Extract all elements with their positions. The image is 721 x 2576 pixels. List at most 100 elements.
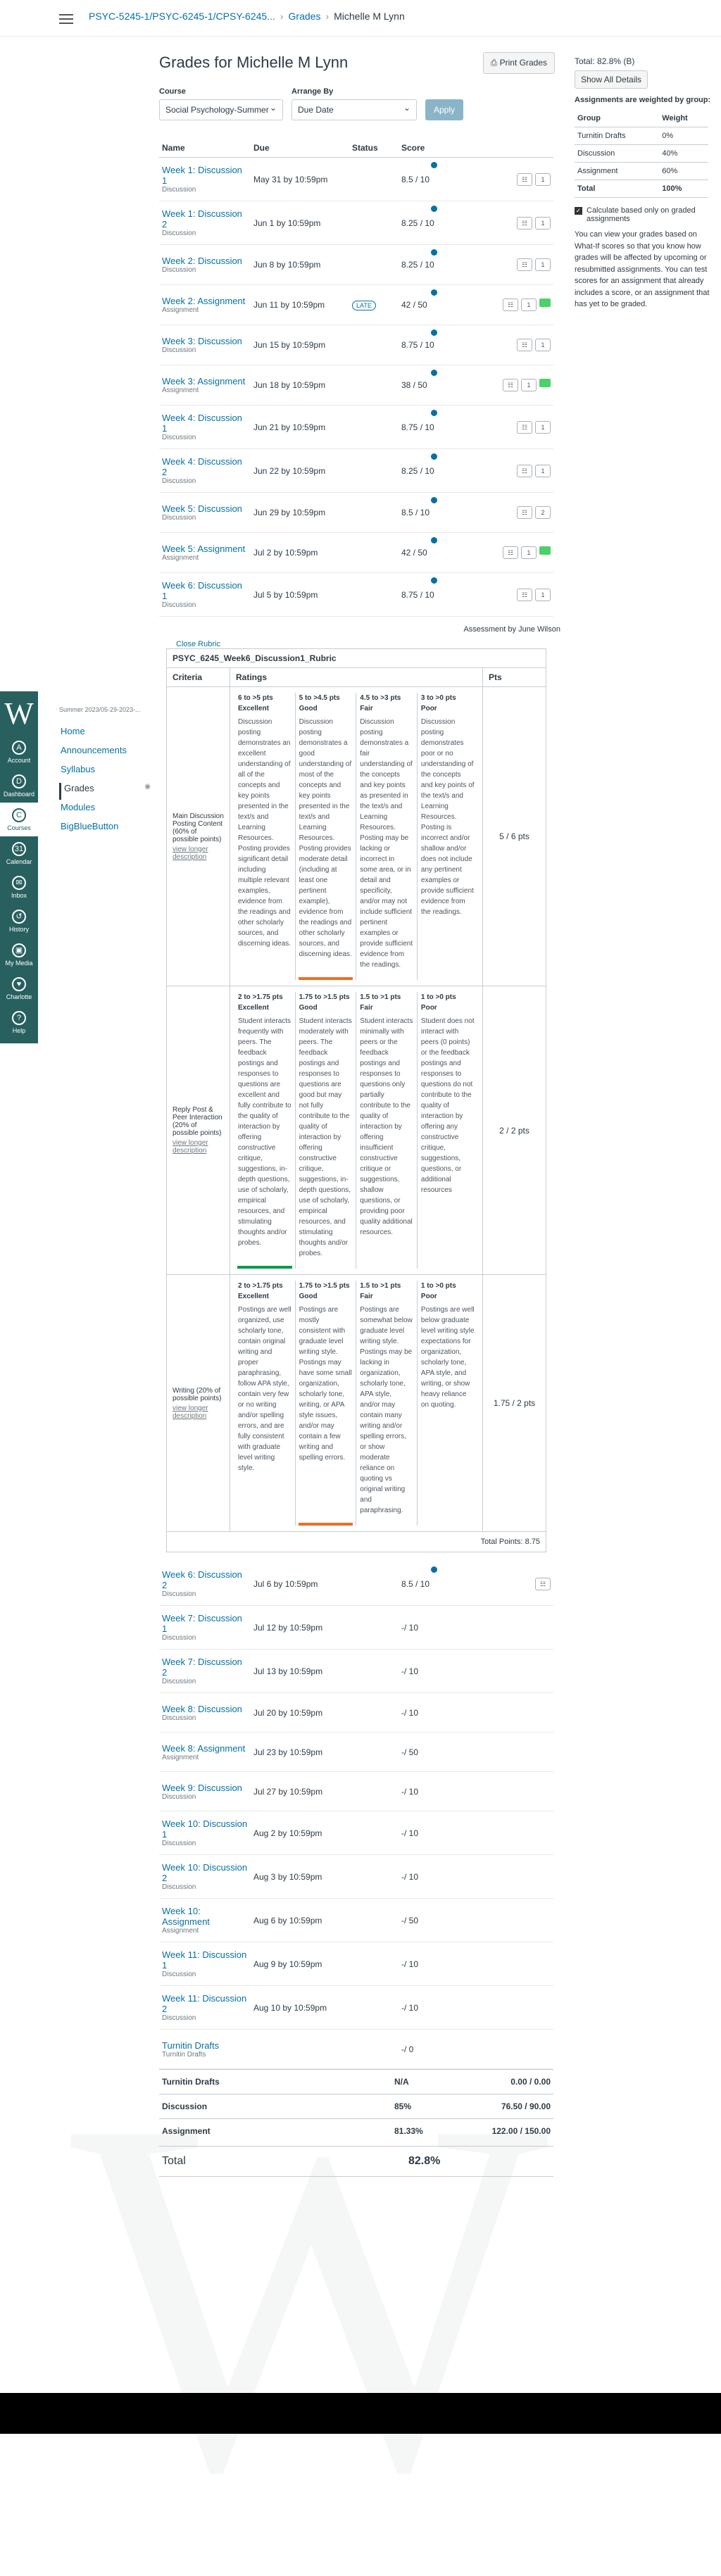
assignment-link[interactable]: Turnitin Drafts xyxy=(162,2040,248,2051)
score-cell[interactable]: 8.5 / 10 xyxy=(399,1562,462,1606)
calculate-graded-checkbox[interactable]: ✓ Calculate based only on graded assignme… xyxy=(575,206,715,223)
assignment-link[interactable]: Week 10: Discussion 1 xyxy=(162,1818,248,1840)
score-cell[interactable]: -/ 50 xyxy=(399,1732,462,1772)
score-cell[interactable]: 8.75 / 10 xyxy=(399,572,462,617)
course-nav-grades[interactable]: Grades ◉ xyxy=(59,783,151,800)
comments-icon[interactable]: 1 xyxy=(535,216,551,230)
comments-icon[interactable]: 1 xyxy=(535,464,551,477)
score-cell[interactable]: -/ 10 xyxy=(399,1649,462,1693)
hamburger-menu-icon[interactable] xyxy=(59,14,73,27)
rubric-icon[interactable]: ☷ xyxy=(503,379,518,391)
rating-poor[interactable]: 1 to >0 pts Poor Student does not interact… xyxy=(418,992,478,1269)
print-grades-button[interactable]: ⎙ Print Grades xyxy=(482,52,555,74)
col-status[interactable]: Status xyxy=(349,139,399,158)
assignment-link[interactable]: Week 1: Discussion 2 xyxy=(162,208,248,230)
col-name[interactable]: Name xyxy=(159,139,251,158)
assignment-link[interactable]: Week 6: Discussion 1 xyxy=(162,580,248,601)
breadcrumb-course[interactable]: PSYC-5245-1/PSYC-6245-1/CPSY-6245... xyxy=(89,11,275,22)
rubric-icon[interactable]: ☷ xyxy=(517,420,532,434)
comments-icon[interactable]: 1 xyxy=(521,299,537,311)
assignment-link[interactable]: Week 5: Discussion xyxy=(162,503,248,514)
assignment-link[interactable]: Week 10: Discussion 2 xyxy=(162,1862,248,1883)
rubric-icon[interactable]: ☷ xyxy=(517,339,532,351)
score-cell[interactable]: 8.5 / 10 xyxy=(399,492,462,533)
turnitin-similarity-icon[interactable] xyxy=(539,299,551,307)
score-cell[interactable]: 8.75 / 10 xyxy=(399,325,462,365)
gnav-help[interactable]: ? Help xyxy=(0,1005,38,1039)
gnav-my-media[interactable]: ▣ My Media xyxy=(0,938,38,972)
score-cell[interactable]: -/ 0 xyxy=(399,2029,462,2069)
rubric-icon[interactable]: ☷ xyxy=(517,588,532,601)
assignment-link[interactable]: Week 1: Discussion 1 xyxy=(162,165,248,186)
score-cell[interactable]: 8.5 / 10 xyxy=(399,157,462,201)
assignment-link[interactable]: Week 6: Discussion 2 xyxy=(162,1569,248,1590)
rating-good[interactable]: 5 to >4.5 pts Good Discussion posting demo… xyxy=(296,693,357,980)
view-description-link[interactable]: view longer description xyxy=(173,1139,208,1155)
course-nav-modules[interactable]: Modules xyxy=(59,802,151,819)
rubric-icon[interactable]: ☷ xyxy=(517,506,532,519)
score-cell[interactable]: -/ 10 xyxy=(399,1692,462,1733)
assignment-link[interactable]: Week 8: Assignment xyxy=(162,1743,248,1754)
assignment-link[interactable]: Week 5: Assignment xyxy=(162,544,248,554)
score-cell[interactable]: -/ 10 xyxy=(399,1811,462,1855)
score-cell[interactable]: -/ 10 xyxy=(399,1942,462,1986)
rubric-icon[interactable]: ☷ xyxy=(535,1577,551,1590)
course-nav-announcements[interactable]: Announcements xyxy=(59,745,151,762)
rating-poor[interactable]: 1 to >0 pts Poor Postings are well below g… xyxy=(418,1281,478,1526)
col-due[interactable]: Due xyxy=(251,139,349,158)
view-description-link[interactable]: view longer description xyxy=(173,1405,208,1420)
course-nav-bigbluebutton[interactable]: BigBlueButton xyxy=(59,821,151,838)
turnitin-similarity-icon[interactable] xyxy=(539,546,551,555)
assignment-link[interactable]: Week 2: Assignment xyxy=(162,296,248,306)
rating-good[interactable]: 1.75 to >1.5 pts Good Postings are mostly … xyxy=(296,1281,357,1526)
comments-icon[interactable]: 1 xyxy=(535,588,551,601)
comments-icon[interactable]: 2 xyxy=(535,506,551,519)
rating-excellent[interactable]: 6 to >5 pts Excellent Discussion posting d… xyxy=(234,693,296,980)
score-cell[interactable]: -/ 10 xyxy=(399,1605,462,1650)
rating-good[interactable]: 1.75 to >1.5 pts Good Student interacts mo… xyxy=(296,992,357,1269)
score-cell[interactable]: 8.25 / 10 xyxy=(399,201,462,245)
rubric-icon[interactable]: ☷ xyxy=(503,546,518,559)
score-cell[interactable]: 8.75 / 10 xyxy=(399,405,462,449)
comments-icon[interactable]: 1 xyxy=(535,420,551,434)
score-cell[interactable]: -/ 10 xyxy=(399,1771,462,1811)
show-all-details-button[interactable]: Show All Details xyxy=(575,70,648,89)
comments-icon[interactable]: 1 xyxy=(535,258,551,271)
rubric-icon[interactable]: ☷ xyxy=(517,172,532,186)
assignment-link[interactable]: Week 4: Discussion 1 xyxy=(162,413,248,434)
gnav-charlotte[interactable]: ♥ Charlotte xyxy=(0,972,38,1005)
breadcrumb-grades[interactable]: Grades xyxy=(289,11,321,22)
course-nav-syllabus[interactable]: Syllabus xyxy=(59,764,151,781)
score-cell[interactable]: -/ 50 xyxy=(399,1898,462,1942)
walden-logo[interactable]: W xyxy=(0,691,38,735)
assignment-link[interactable]: Week 4: Discussion 2 xyxy=(162,456,248,477)
score-cell[interactable]: -/ 10 xyxy=(399,1854,462,1899)
assignment-link[interactable]: Week 10: Assignment xyxy=(162,1906,248,1927)
assignment-link[interactable]: Week 3: Assignment xyxy=(162,376,248,387)
rubric-icon[interactable]: ☷ xyxy=(517,258,532,271)
assignment-link[interactable]: Week 2: Discussion xyxy=(162,256,248,266)
score-cell[interactable]: 8.25 / 10 xyxy=(399,448,462,493)
score-cell[interactable]: 42 / 50 xyxy=(399,532,462,573)
rating-fair[interactable]: 4.5 to >3 pts Fair Discussion posting demo… xyxy=(356,693,418,980)
assignment-link[interactable]: Week 11: Discussion 1 xyxy=(162,1949,248,1971)
comments-icon[interactable]: 1 xyxy=(535,172,551,186)
score-cell[interactable]: 8.25 / 10 xyxy=(399,244,462,285)
assignment-link[interactable]: Week 7: Discussion 2 xyxy=(162,1657,248,1678)
rating-fair[interactable]: 1.5 to >1 pts Fair Student interacts minim… xyxy=(356,992,418,1269)
comments-icon[interactable]: 1 xyxy=(521,546,537,559)
score-cell[interactable]: -/ 10 xyxy=(399,1985,462,2030)
rubric-icon[interactable]: ☷ xyxy=(517,464,532,477)
col-score[interactable]: Score xyxy=(399,139,462,158)
gnav-dashboard[interactable]: D Dashboard xyxy=(0,769,38,803)
comments-icon[interactable]: 1 xyxy=(521,379,537,391)
score-cell[interactable]: 38 / 50 xyxy=(399,365,462,406)
comments-icon[interactable]: 1 xyxy=(535,339,551,351)
arrange-select[interactable]: Due Date xyxy=(291,98,417,120)
apply-button[interactable]: Apply xyxy=(425,99,464,120)
close-rubric-link[interactable]: Close Rubric xyxy=(176,640,220,648)
rubric-icon[interactable]: ☷ xyxy=(503,299,518,311)
rating-poor[interactable]: 3 to >0 pts Poor Discussion posting demons… xyxy=(418,693,478,980)
gnav-inbox[interactable]: ✉ Inbox xyxy=(0,870,38,904)
course-select[interactable]: Social Psychology-Summer xyxy=(159,98,283,120)
